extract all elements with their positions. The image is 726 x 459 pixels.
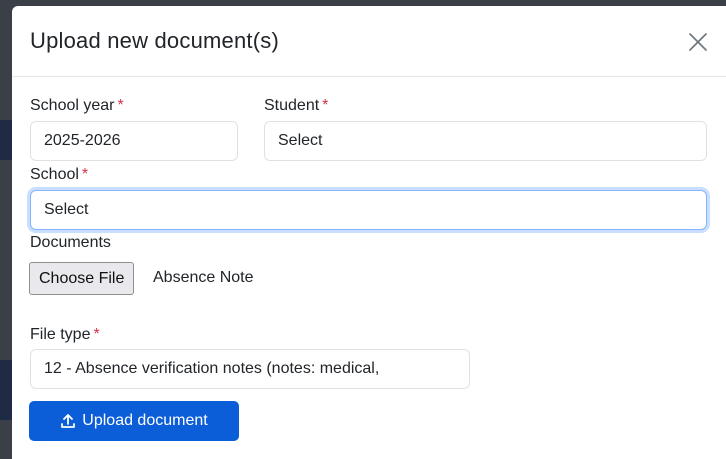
modal-title: Upload new document(s) (30, 28, 279, 53)
school-select[interactable]: Select (30, 190, 707, 230)
school-year-select[interactable]: 2025-2026 (30, 121, 238, 161)
file-type-label-text: File type (30, 326, 91, 343)
student-select[interactable]: Select (264, 121, 707, 161)
upload-button-label: Upload document (82, 412, 208, 429)
documents-label: Documents (30, 234, 111, 251)
required-mark: * (117, 97, 124, 114)
close-icon (684, 33, 712, 59)
upload-document-modal: Upload new document(s) School year * 2025… (12, 6, 726, 459)
upload-document-button[interactable]: Upload document (29, 401, 239, 441)
school-year-label: School year * (30, 97, 124, 115)
school-label: School * (30, 166, 88, 184)
backdrop-accent-bottom (0, 360, 12, 420)
student-label-text: Student (264, 97, 320, 114)
student-label: Student * (264, 97, 328, 115)
school-label-text: School (30, 166, 79, 183)
modal-header: Upload new document(s) (12, 6, 726, 77)
choose-file-button[interactable]: Choose File (29, 262, 135, 295)
required-mark: * (93, 326, 100, 343)
required-mark: * (81, 166, 89, 183)
school-year-label-text: School year (30, 97, 115, 114)
close-button[interactable] (684, 28, 712, 56)
file-type-select[interactable]: 12 - Absence verification notes (notes: … (30, 349, 470, 389)
required-mark: * (322, 97, 329, 114)
backdrop-accent-top (0, 120, 12, 160)
selected-file-name: Absence Note (153, 269, 254, 286)
upload-icon (60, 413, 76, 429)
file-type-label: File type * (30, 326, 100, 344)
